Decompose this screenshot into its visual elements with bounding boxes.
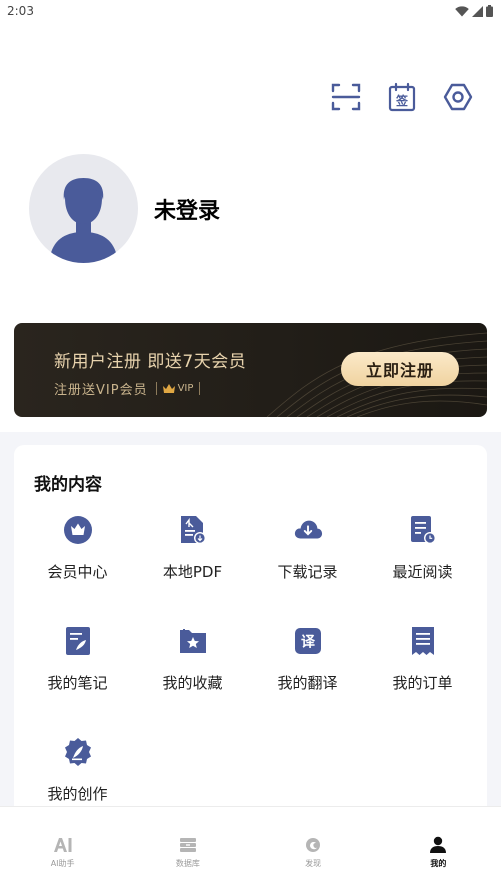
grid-item-my-orders[interactable]: 我的订单 [365,626,480,706]
grid-item-label: 最近阅读 [392,563,453,581]
signal-icon [472,5,483,17]
wifi-icon [455,5,469,16]
favorite-folder-icon [179,629,206,653]
grid-item-my-translations[interactable]: 译 我的翻译 [250,626,365,706]
crown-icon [162,384,175,393]
register-now-button[interactable]: 立即注册 [341,352,459,386]
avatar[interactable] [29,154,138,263]
grid-item-label: 我的订单 [392,674,453,692]
grid-item-label: 我的收藏 [162,674,223,692]
profile-section[interactable]: 未登录 [29,154,220,263]
user-icon [430,836,447,853]
grid-item-my-notes[interactable]: 我的笔记 [20,626,135,706]
bottom-tab-bar: AI助手 数据库 发现 我的 [0,806,501,891]
grid-item-member-center[interactable]: 会员中心 [20,515,135,595]
grid-item-recent-read[interactable]: 最近阅读 [365,515,480,595]
my-content-title: 我的内容 [34,475,102,495]
tab-label: 我的 [430,859,447,868]
cloud-download-icon [294,520,322,539]
creation-pen-icon [64,738,91,766]
tab-mine[interactable]: 我的 [376,807,501,891]
translate-icon: 译 [294,628,321,654]
discover-icon [306,838,321,852]
crown-icon [63,516,92,544]
grid-item-my-creations[interactable]: 我的创作 [20,737,135,817]
database-icon [179,838,196,852]
grid-item-label: 下载记录 [277,563,338,581]
status-time: 2:03 [7,4,34,18]
grid-item-label: 本地PDF [162,563,223,581]
tab-database[interactable]: 数据库 [125,807,250,891]
recent-read-icon [410,516,436,544]
tab-ai-assistant[interactable]: AI助手 [0,807,125,891]
banner-subtitle-text: 注册送VIP会员 [54,383,148,398]
grid-item-label: 我的翻译 [277,674,338,692]
default-avatar-icon [49,178,118,263]
tab-label: AI助手 [50,859,75,868]
ai-icon [53,838,72,852]
login-status-text[interactable]: 未登录 [154,193,220,225]
status-icons [455,5,493,17]
calendar-sign-icon: 签 [388,82,416,112]
my-content-card: 我的内容 会员中心 本地PDF 下载记录 最近阅读 我的笔记 我的收藏 译 我的… [14,445,487,810]
grid-item-label: 会员中心 [47,563,108,581]
settings-button[interactable] [443,82,473,112]
banner-title: 新用户注册 即送7天会员 [54,352,247,372]
grid-item-label: 我的笔记 [47,674,108,692]
tab-discover[interactable]: 发现 [251,807,376,891]
register-banner[interactable]: 新用户注册 即送7天会员 注册送VIP会员 VIP 立即注册 [14,323,487,417]
settings-hexagon-icon [443,83,473,111]
grid-item-label: 我的创作 [47,785,108,803]
note-icon [65,627,90,655]
battery-icon [486,5,493,17]
status-bar: 2:03 [0,0,501,22]
vip-tag: VIP [155,382,201,395]
grid-item-download-history[interactable]: 下载记录 [250,515,365,595]
pdf-file-icon [180,516,206,544]
vip-tag-text: VIP [177,383,194,394]
scan-icon [331,83,361,111]
order-receipt-icon [411,627,434,655]
top-actions: 签 [331,82,473,112]
grid-item-local-pdf[interactable]: 本地PDF [135,515,250,595]
svg-text:译: 译 [301,635,316,651]
svg-text:签: 签 [395,93,409,108]
tab-label: 数据库 [175,859,200,868]
grid-item-my-favorites[interactable]: 我的收藏 [135,626,250,706]
checkin-button[interactable]: 签 [387,82,417,112]
banner-subtitle: 注册送VIP会员 VIP [54,379,201,398]
tab-label: 发现 [305,859,322,868]
scan-button[interactable] [331,82,361,112]
